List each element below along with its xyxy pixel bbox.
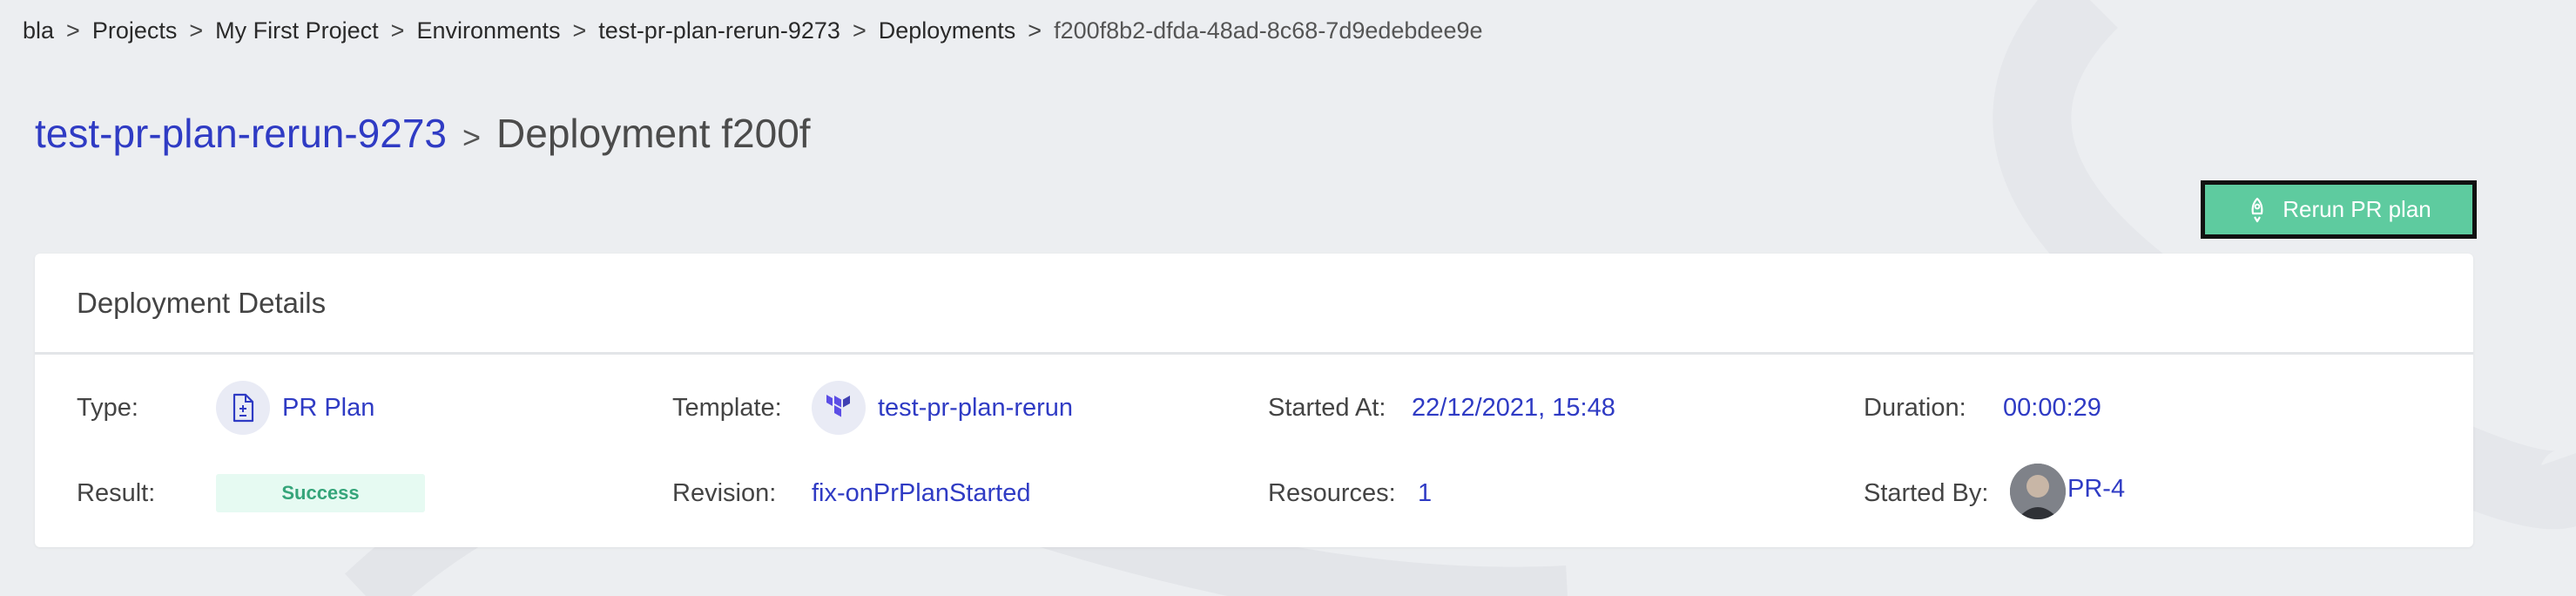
breadcrumb: bla > Projects > My First Project > Envi… [23,16,1483,45]
revision-value[interactable]: fix-onPrPlanStarted [812,479,1030,508]
page-title: test-pr-plan-rerun-9273 > Deployment f20… [35,110,811,157]
started-at-field: Started At: 22/12/2021, 15:48 [1268,385,1834,430]
breadcrumb-separator: > [852,17,867,44]
started-at-wrapper: 22/12/2021, 15:48 [1412,394,1615,423]
resources-label: Resources: [1268,478,1396,507]
rerun-pr-plan-label: Rerun PR plan [2283,196,2431,222]
breadcrumb-item-org[interactable]: bla [23,17,54,44]
type-label: Type: [77,393,138,422]
rocket-icon [2251,197,2263,222]
resources-field: Resources: 1 [1268,471,1834,516]
breadcrumb-item-projects[interactable]: Projects [92,17,178,44]
environment-link[interactable]: test-pr-plan-rerun-9273 [35,110,447,157]
duration-value: 00:00:29 [2003,393,2101,422]
started-at-label: Started At: [1268,393,1386,422]
type-field: Type: PR Plan [77,381,643,435]
template-value[interactable]: test-pr-plan-rerun [878,394,1073,423]
started-by-field: Started By: PR-4 [1864,464,2430,519]
card-title: Deployment Details [35,254,2473,355]
type-value[interactable]: PR Plan [282,394,374,423]
breadcrumb-separator: > [1028,17,1042,44]
resources-value[interactable]: 1 [1418,479,1432,508]
title-separator: > [462,119,482,155]
template-value-wrapper: test-pr-plan-rerun [812,381,1073,435]
breadcrumb-item-deployment-id: f200f8b2-dfda-48ad-8c68-7d9edebdee9e [1054,17,1483,44]
breadcrumb-item-environment[interactable]: test-pr-plan-rerun-9273 [598,17,840,44]
revision-wrapper: fix-onPrPlanStarted [812,479,1030,508]
breadcrumb-item-environments[interactable]: Environments [416,17,560,44]
document-icon [216,381,270,435]
started-by-value[interactable]: PR-4 [2067,475,2125,504]
breadcrumb-separator: > [390,17,405,44]
rerun-pr-plan-button[interactable]: Rerun PR plan [2201,180,2477,239]
result-field: Result: Success [77,471,643,516]
started-by-label: Started By: [1864,478,1989,507]
terraform-icon [812,381,866,435]
resources-wrapper: 1 [1418,479,1432,508]
started-by-wrapper: PR-4 [2010,464,2125,519]
duration-field: Duration: 00:00:29 [1864,385,2430,430]
deployment-details-card: Deployment Details Type: PR Plan Templat… [35,254,2473,547]
result-label: Result: [77,478,156,507]
breadcrumb-item-project[interactable]: My First Project [215,17,379,44]
type-value-wrapper: PR Plan [216,381,374,435]
deployment-title: Deployment f200f [496,111,811,156]
avatar [2010,464,2066,519]
started-at-value: 22/12/2021, 15:48 [1412,393,1615,422]
breadcrumb-separator: > [189,17,204,44]
breadcrumb-separator: > [572,17,587,44]
breadcrumb-separator: > [66,17,80,44]
revision-label: Revision: [672,478,777,507]
breadcrumb-item-deployments[interactable]: Deployments [879,17,1016,44]
duration-label: Duration: [1864,393,1966,422]
template-label: Template: [672,393,782,422]
template-field: Template: test-pr-plan-rerun [672,381,1238,435]
result-wrapper: Success [216,474,425,512]
duration-wrapper: 00:00:29 [2003,394,2101,423]
revision-field: Revision: fix-onPrPlanStarted [672,471,1238,516]
status-badge: Success [216,474,425,512]
